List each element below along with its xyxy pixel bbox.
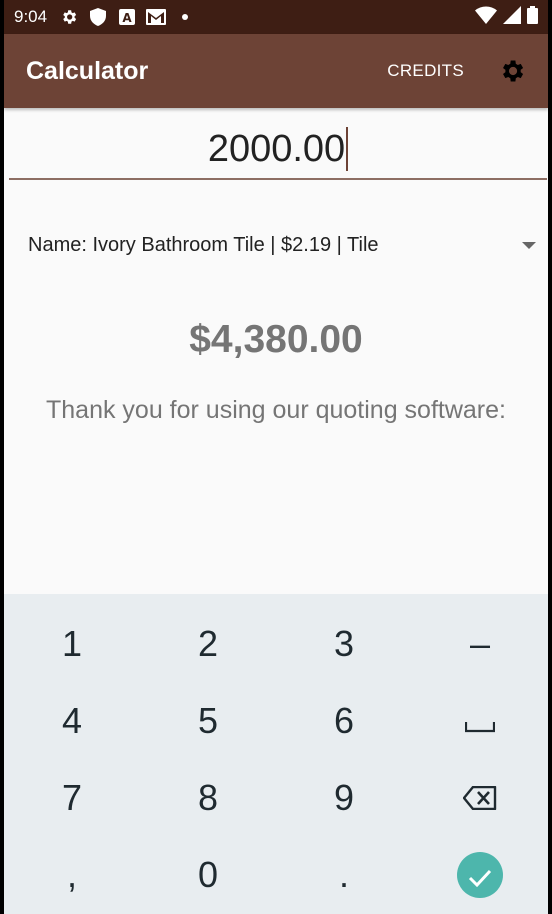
dot-icon [175,7,195,27]
key-done[interactable] [412,836,548,913]
status-time: 9:04 [14,7,48,26]
key-period[interactable]: . [276,836,412,913]
key-1[interactable]: 1 [4,605,140,682]
product-dropdown[interactable]: Name: Ivory Bathroom Tile | $2.19 | Tile [28,226,538,264]
quantity-value: 2000.00 [207,127,346,170]
status-bar: 9:04 A [4,0,548,34]
key-backspace[interactable] [412,759,548,836]
credits-button[interactable]: CREDITS [387,61,464,81]
key-0[interactable]: 0 [140,836,276,913]
key-comma[interactable]: , [4,836,140,913]
key-9[interactable]: 9 [276,759,412,836]
svg-text:A: A [122,11,132,25]
text-cursor [346,127,349,171]
wifi-icon [475,5,497,29]
dropdown-arrow-icon [522,241,536,249]
key-8[interactable]: 8 [140,759,276,836]
a-box-icon: A [117,7,137,27]
done-button[interactable] [457,851,503,898]
numeric-keypad: 1 2 3 – 4 5 6 7 8 9 , 0 . [4,594,548,914]
key-2[interactable]: 2 [140,605,276,682]
space-bar-icon [464,700,496,742]
signal-icon [503,5,521,29]
key-space[interactable] [412,682,548,759]
shield-icon [88,7,108,27]
thanks-message: Thank you for using our quoting software… [46,396,506,424]
total-price: $4,380.00 [189,318,363,361]
app-bar: Calculator CREDITS [4,34,548,108]
settings-gear-icon[interactable] [498,57,526,85]
key-minus[interactable]: – [412,605,548,682]
quantity-input[interactable]: 2000.00 [9,120,547,180]
key-6[interactable]: 6 [276,682,412,759]
app-title: Calculator [26,56,149,85]
key-3[interactable]: 3 [276,605,412,682]
battery-icon [527,5,538,29]
phone-screen: 9:04 A Calculator CREDITS 2000.00 Name: … [0,0,552,914]
gear-icon [59,7,79,27]
backspace-icon [462,777,497,819]
check-icon [468,854,492,896]
key-5[interactable]: 5 [140,682,276,759]
key-4[interactable]: 4 [4,682,140,759]
product-dropdown-selected: Name: Ivory Bathroom Tile | $2.19 | Tile [28,233,379,256]
key-7[interactable]: 7 [4,759,140,836]
gmail-icon [146,7,167,27]
